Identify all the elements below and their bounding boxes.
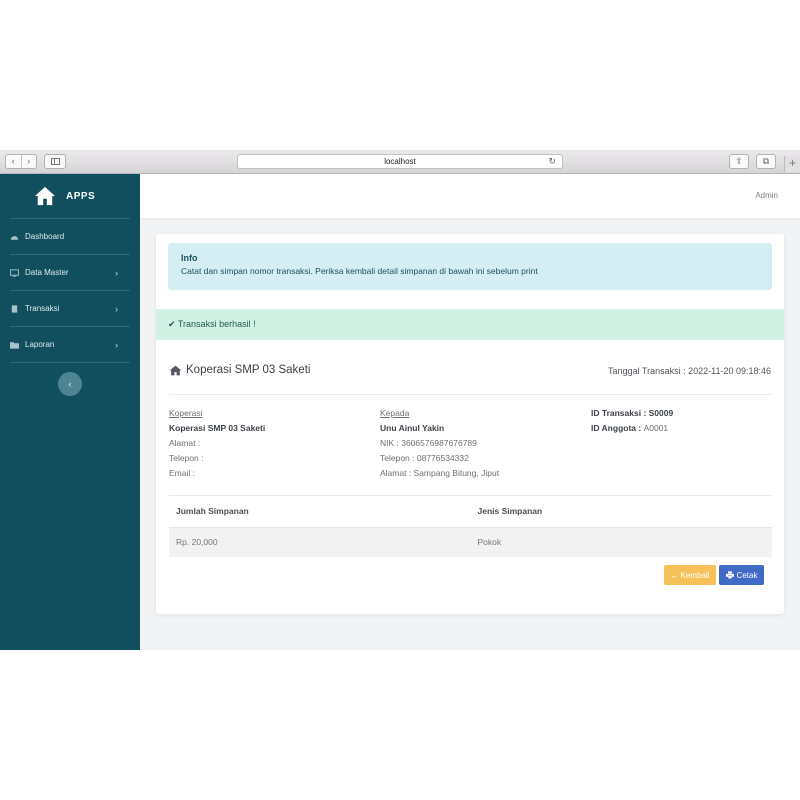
column-header: Jumlah Simpanan (169, 496, 471, 528)
topbar: Admin (140, 174, 800, 218)
home-icon (169, 365, 182, 375)
info-alert-message: Catat dan simpan nomor transaksi. Periks… (181, 266, 538, 276)
table-cell: Rp. 20,000 (169, 527, 471, 557)
transaction-date-label: Tanggal Transaksi : (608, 366, 689, 376)
sidebar-item-dashboard[interactable]: Dashboard (10, 218, 130, 254)
address-bar[interactable]: localhost ↻ (237, 154, 563, 169)
member-id-value: A0001 (643, 423, 669, 433)
success-alert: ✔ Transaksi berhasil ! (156, 309, 784, 340)
monitor-icon (10, 268, 19, 277)
table-cell: Pokok (470, 527, 772, 557)
back-nav-button[interactable]: ‹ (6, 155, 21, 168)
back-button-label: Kembali (680, 570, 710, 580)
from-name: Koperasi SMP 03 Saketi (169, 423, 266, 433)
history-nav: ‹ › (5, 154, 37, 169)
forward-nav-button[interactable]: › (20, 155, 37, 168)
to-address: Alamat : Sampang Bitung, Jiput (380, 468, 500, 478)
to-block: Kepada Unu Ainul Yakin NIK : 36065769876… (380, 406, 499, 481)
chevron-right-icon: › (115, 340, 118, 350)
brand[interactable]: APPS (0, 174, 140, 218)
sidebar-icon (51, 158, 60, 165)
app-frame: ‹ › localhost ↻ ⇪ ⧉ + APPS Dashboard Dat… (0, 150, 800, 650)
printer-icon (725, 571, 734, 579)
new-tab-button[interactable]: + (784, 156, 800, 172)
sidebar-item-data-master[interactable]: Data Master › (10, 254, 130, 290)
check-icon: ✔ (168, 319, 176, 329)
transaction-date: Tanggal Transaksi : 2022-11-20 09:18:46 (608, 366, 771, 376)
from-email: Email : (169, 468, 195, 478)
sidebar-item-label: Transaksi (25, 304, 60, 313)
success-alert-message: Transaksi berhasil ! (177, 319, 256, 329)
sidebar: APPS Dashboard Data Master › Transaksi › (0, 174, 140, 650)
sidebar-item-label: Dashboard (25, 232, 65, 241)
table-row: Rp. 20,000 Pokok (169, 527, 772, 557)
sidebar-item-label: Data Master (25, 268, 69, 277)
table-header-row: Jumlah Simpanan Jenis Simpanan (169, 496, 772, 528)
invoice-company-title: Koperasi SMP 03 Saketi (169, 364, 310, 376)
sidebar-divider (10, 362, 130, 363)
info-alert-title: Info (181, 253, 198, 263)
reload-icon[interactable]: ↻ (548, 155, 556, 168)
company-name: Koperasi SMP 03 Saketi (186, 364, 311, 376)
transaction-id-label: ID Transaksi : (591, 408, 649, 418)
to-phone: Telepon : 08776534332 (380, 453, 469, 463)
browser-toolbar: ‹ › localhost ↻ ⇪ ⧉ + (0, 150, 800, 174)
divider (169, 394, 772, 395)
from-heading: Koperasi (169, 408, 203, 418)
share-button[interactable]: ⇪ (729, 154, 749, 169)
ids-block: ID Transaksi : S0009 ID Anggota : A0001 (591, 406, 673, 436)
transaction-id-value: S0009 (648, 408, 674, 418)
print-button[interactable]: Cetak (719, 565, 764, 585)
to-name: Unu Ainul Yakin (380, 423, 445, 433)
savings-table: Jumlah Simpanan Jenis Simpanan Rp. 20,00… (169, 496, 772, 557)
sidebar-collapse-button[interactable]: ‹ (58, 372, 82, 396)
column-header: Jenis Simpanan (470, 496, 772, 528)
member-id-label: ID Anggota : (591, 423, 644, 433)
brand-name: APPS (66, 190, 96, 202)
arrow-left-icon: ← (670, 570, 679, 580)
folder-icon (10, 341, 19, 349)
sidebar-toggle-button[interactable] (44, 154, 66, 169)
tabs-button[interactable]: ⧉ (756, 154, 776, 169)
chevron-right-icon: › (115, 268, 118, 278)
print-button-label: Cetak (736, 570, 758, 580)
sidebar-item-transaksi[interactable]: Transaksi › (10, 290, 130, 326)
to-heading: Kepada (380, 408, 410, 418)
to-nik: NIK : 3606576987676789 (380, 438, 477, 448)
sidebar-item-laporan[interactable]: Laporan › (10, 326, 130, 362)
home-icon (35, 186, 55, 206)
chevron-right-icon: › (115, 304, 118, 314)
user-menu[interactable]: Admin (755, 191, 778, 200)
from-block: Koperasi Koperasi SMP 03 Saketi Alamat :… (169, 406, 265, 481)
from-address: Alamat : (169, 438, 201, 448)
transaction-card: Info Catat dan simpan nomor transaksi. P… (156, 234, 784, 614)
info-alert: Info Catat dan simpan nomor transaksi. P… (168, 243, 772, 290)
back-button[interactable]: ← Kembali (664, 565, 716, 585)
from-phone: Telepon : (169, 453, 204, 463)
file-icon (11, 304, 18, 313)
url-text: localhost (384, 157, 416, 166)
dashboard-icon (10, 235, 19, 240)
sidebar-item-label: Laporan (25, 340, 55, 349)
transaction-date-value: 2022-11-20 09:18:46 (688, 366, 771, 376)
